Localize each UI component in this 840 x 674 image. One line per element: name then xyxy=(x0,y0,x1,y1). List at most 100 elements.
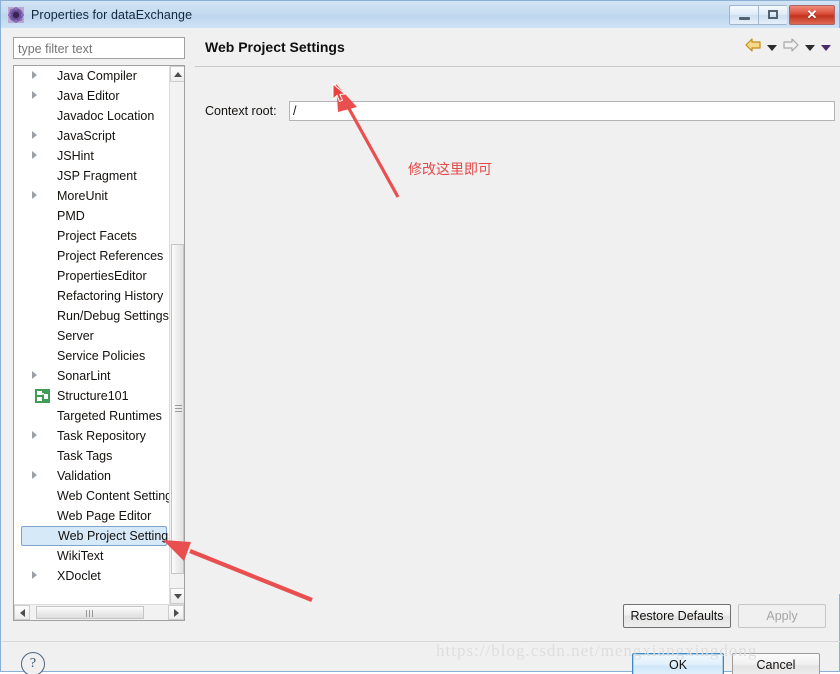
page-nav-toolbar xyxy=(739,38,831,57)
scroll-up-button[interactable] xyxy=(170,66,184,82)
forward-history-chevron-down-icon[interactable] xyxy=(805,44,815,51)
restore-defaults-button[interactable]: Restore Defaults xyxy=(623,604,731,628)
tree-item-label: Targeted Runtimes xyxy=(57,409,162,423)
tree-item-jsp-fragment[interactable]: JSP Fragment xyxy=(14,166,170,186)
tree-item-task-tags[interactable]: Task Tags xyxy=(14,446,170,466)
expand-triangle-icon[interactable] xyxy=(32,71,37,79)
tree-item-label: Javadoc Location xyxy=(57,109,155,123)
tree-item-label: Service Policies xyxy=(57,349,146,363)
help-icon[interactable]: ? xyxy=(21,652,45,674)
annotation-note: 修改这里即可 xyxy=(408,162,492,178)
tree-item-run-debug-settings[interactable]: Run/Debug Settings xyxy=(14,306,170,326)
tree-item-label: Project References xyxy=(57,249,164,263)
settings-tree-list: Java Compiler Java Editor Javadoc Location… xyxy=(14,66,170,604)
tree-item-javascript[interactable]: JavaScript xyxy=(14,126,170,146)
triangle-down-icon xyxy=(173,593,182,599)
scroll-down-button[interactable] xyxy=(170,588,184,604)
expand-triangle-icon[interactable] xyxy=(32,91,37,99)
tree-item-label: Run/Debug Settings xyxy=(57,309,169,323)
scrollbar-grip-icon xyxy=(175,405,182,413)
filter-input[interactable] xyxy=(13,37,185,59)
back-arrow-icon[interactable] xyxy=(745,38,761,57)
window-controls: ✕ xyxy=(729,4,835,25)
apply-button[interactable]: Apply xyxy=(738,604,826,628)
tree-item-task-repository[interactable]: Task Repository xyxy=(14,426,170,446)
expand-triangle-icon[interactable] xyxy=(32,431,37,439)
settings-page-panel: Web Project Settings Context root: / xyxy=(195,28,840,594)
tree-item-xdoclet[interactable]: XDoclet xyxy=(14,566,170,586)
horizontal-scrollbar-thumb[interactable] xyxy=(36,606,144,619)
back-history-chevron-down-icon[interactable] xyxy=(767,44,777,51)
tree-item-project-facets[interactable]: Project Facets xyxy=(14,226,170,246)
tree-horizontal-scrollbar[interactable] xyxy=(14,604,184,620)
maximize-icon xyxy=(768,10,778,19)
tree-item-label: Java Editor xyxy=(57,89,120,103)
settings-tree[interactable]: Java Compiler Java Editor Javadoc Location… xyxy=(13,65,185,621)
tree-item-java-compiler[interactable]: Java Compiler xyxy=(14,66,170,86)
close-button[interactable]: ✕ xyxy=(789,4,835,25)
tree-item-service-policies[interactable]: Service Policies xyxy=(14,346,170,366)
tree-item-pmd[interactable]: PMD xyxy=(14,206,170,226)
tree-item-web-project-settings[interactable]: Web Project Settings xyxy=(21,526,170,546)
tree-item-label: JSHint xyxy=(57,149,94,163)
tree-item-label: Refactoring History xyxy=(57,289,164,303)
tree-item-label: Validation xyxy=(57,469,111,483)
tree-item-label: MoreUnit xyxy=(57,189,108,203)
maximize-button[interactable] xyxy=(758,4,787,25)
expand-triangle-icon[interactable] xyxy=(32,131,37,139)
tree-item-label: XDoclet xyxy=(57,569,101,583)
expand-triangle-icon[interactable] xyxy=(32,151,37,159)
forward-arrow-icon[interactable] xyxy=(783,38,799,57)
tree-item-server[interactable]: Server xyxy=(14,326,170,346)
expand-triangle-icon[interactable] xyxy=(32,471,37,479)
tree-item-label: JavaScript xyxy=(57,129,116,143)
vertical-scrollbar-thumb[interactable] xyxy=(171,244,184,574)
tree-item-propertieseditor[interactable]: PropertiesEditor xyxy=(14,266,170,286)
tree-item-label: Java Compiler xyxy=(57,69,137,83)
tree-item-moreunit[interactable]: MoreUnit xyxy=(14,186,170,206)
tree-item-java-editor[interactable]: Java Editor xyxy=(14,86,170,106)
tree-vertical-scrollbar[interactable] xyxy=(169,66,184,604)
tree-item-structure101[interactable]: Structure101 xyxy=(14,386,170,406)
tree-item-label: Server xyxy=(57,329,94,343)
structure101-icon xyxy=(35,389,50,403)
tree-item-label: Web Project Settings xyxy=(58,529,170,543)
page-title: Web Project Settings xyxy=(205,39,345,55)
view-menu-chevron-down-icon[interactable] xyxy=(821,44,831,51)
tree-item-targeted-runtimes[interactable]: Targeted Runtimes xyxy=(14,406,170,426)
window-title: Properties for dataExchange xyxy=(31,7,193,22)
tree-item-javadoc-location[interactable]: Javadoc Location xyxy=(14,106,170,126)
tree-item-label: WikiText xyxy=(57,549,104,563)
tree-item-label: PMD xyxy=(57,209,85,223)
scroll-left-button[interactable] xyxy=(14,605,30,620)
tree-item-refactoring-history[interactable]: Refactoring History xyxy=(14,286,170,306)
triangle-up-icon xyxy=(173,71,182,77)
scrollbar-grip-icon xyxy=(86,610,94,617)
tree-item-validation[interactable]: Validation xyxy=(14,466,170,486)
context-root-label: Context root: xyxy=(205,104,277,118)
properties-gear-icon xyxy=(8,6,24,23)
tree-item-project-references[interactable]: Project References xyxy=(14,246,170,266)
minimize-icon xyxy=(738,16,750,20)
title-bar[interactable]: Properties for dataExchange ✕ xyxy=(0,0,840,28)
tree-item-label: Task Tags xyxy=(57,449,113,463)
properties-dialog: Properties for dataExchange ✕ Java Compi… xyxy=(0,0,840,674)
expand-triangle-icon[interactable] xyxy=(32,571,37,579)
tree-item-jshint[interactable]: JSHint xyxy=(14,146,170,166)
minimize-button[interactable] xyxy=(729,4,758,25)
tree-item-sonarlint[interactable]: SonarLint xyxy=(14,366,170,386)
mouse-cursor-icon xyxy=(332,82,348,105)
title-separator xyxy=(195,66,840,67)
tree-item-label: SonarLint xyxy=(57,369,111,383)
tree-item-label: Structure101 xyxy=(57,389,129,403)
tree-item-web-page-editor[interactable]: Web Page Editor xyxy=(14,506,170,526)
tree-item-web-content-settings[interactable]: Web Content Settings xyxy=(14,486,170,506)
expand-triangle-icon[interactable] xyxy=(32,191,37,199)
screenshot-root: Properties for dataExchange ✕ type filte… xyxy=(0,0,840,674)
expand-triangle-icon[interactable] xyxy=(32,371,37,379)
tree-item-label: Web Content Settings xyxy=(57,489,170,503)
triangle-left-icon xyxy=(19,608,25,617)
tree-item-wikitext[interactable]: WikiText xyxy=(14,546,170,566)
context-root-input[interactable] xyxy=(289,101,835,121)
scroll-right-button[interactable] xyxy=(168,605,184,620)
